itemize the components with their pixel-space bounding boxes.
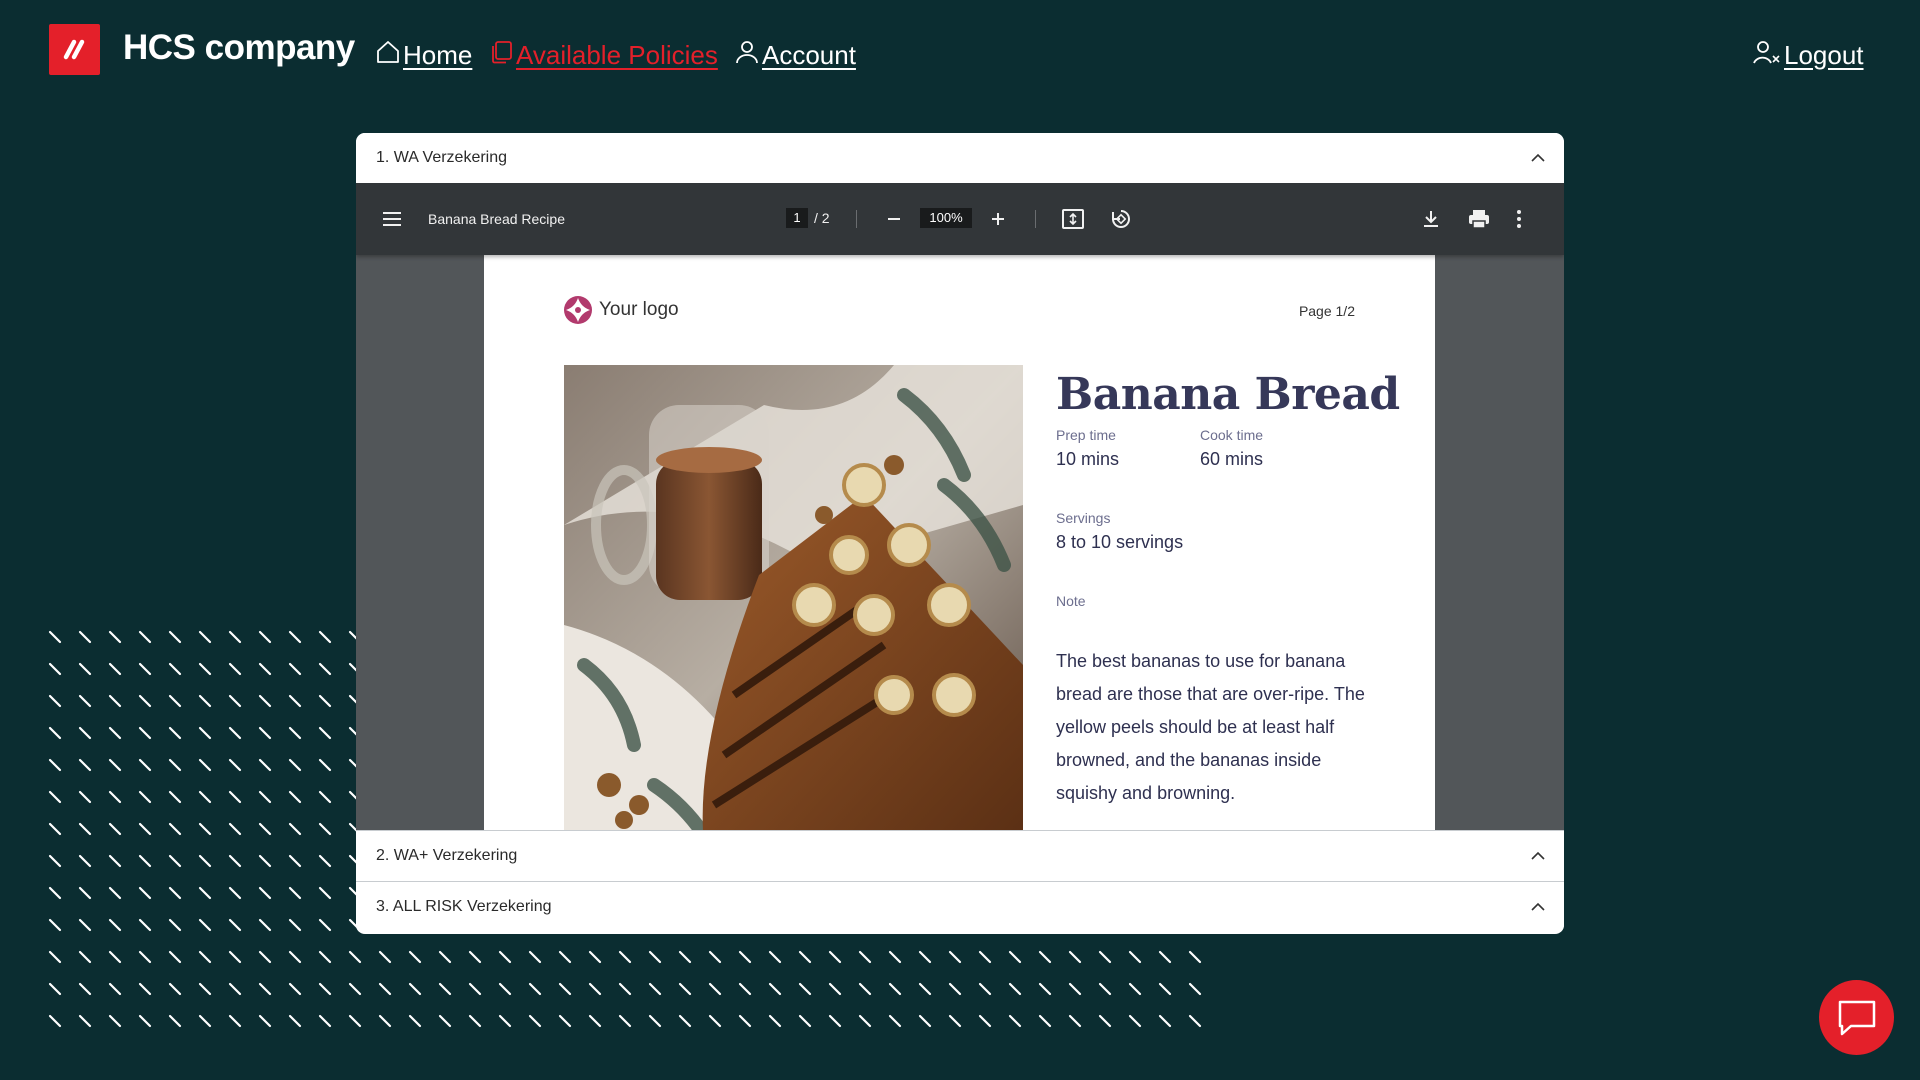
note-text: The best bananas to use for banana bread… bbox=[1056, 651, 1365, 803]
brand-logo[interactable] bbox=[49, 24, 100, 75]
accordion-title-3: 3. ALL RISK Verzekering bbox=[376, 898, 552, 915]
page-number-input[interactable]: 1 bbox=[786, 208, 808, 228]
chevron-up-icon bbox=[1531, 902, 1545, 911]
user-icon bbox=[734, 39, 760, 72]
nav-logout-link[interactable]: Logout bbox=[1752, 38, 1864, 72]
pdf-file-title: Banana Bread Recipe bbox=[428, 211, 565, 227]
chat-bubble-icon bbox=[1838, 1000, 1876, 1036]
home-icon bbox=[375, 39, 401, 72]
hcs-slashes-logo-icon bbox=[63, 39, 85, 60]
download-icon[interactable] bbox=[1421, 209, 1441, 229]
nav-account-label: Account bbox=[762, 39, 856, 70]
policies-accordion: 1. WA Verzekering Your logo Page 1/2 Ban… bbox=[356, 133, 1564, 934]
prep-time-value: 10 mins bbox=[1056, 449, 1120, 469]
prep-time-label: Prep time bbox=[1056, 427, 1116, 443]
more-options-icon[interactable] bbox=[1516, 209, 1522, 229]
chevron-up-icon bbox=[1531, 851, 1545, 860]
user-remove-icon bbox=[1752, 39, 1782, 72]
fit-page-icon[interactable] bbox=[1062, 209, 1084, 229]
accordion-header-2[interactable]: 2. WA+ Verzekering bbox=[356, 831, 1564, 881]
nav-account-link[interactable]: Account bbox=[734, 38, 856, 72]
pdf-page: Your logo Page 1/2 Banana Bread Prep tim… bbox=[484, 255, 1435, 830]
chevron-up-icon bbox=[1531, 153, 1545, 162]
flower-logo-icon bbox=[564, 296, 592, 324]
accordion-header-1[interactable]: 1. WA Verzekering bbox=[356, 133, 1564, 183]
documents-icon bbox=[488, 39, 514, 72]
chat-button[interactable] bbox=[1819, 980, 1894, 1055]
document-title: Banana Bread bbox=[1056, 369, 1400, 420]
banana-bread-photo bbox=[564, 365, 1023, 830]
zoom-out-icon[interactable] bbox=[886, 211, 902, 227]
nav-home-link[interactable]: Home bbox=[375, 38, 472, 72]
accordion-title-1: 1. WA Verzekering bbox=[376, 149, 508, 166]
rotate-icon[interactable] bbox=[1110, 208, 1132, 230]
nav-policies-link[interactable]: Available Policies bbox=[488, 38, 718, 72]
servings-value: 8 to 10 servings bbox=[1056, 532, 1184, 552]
brand-name: HCS company bbox=[123, 28, 355, 67]
print-icon[interactable] bbox=[1468, 209, 1490, 229]
document-logo: Your logo bbox=[563, 295, 679, 325]
servings-label: Servings bbox=[1056, 510, 1111, 526]
nav-policies-label: Available Policies bbox=[516, 39, 718, 70]
pdf-viewer[interactable]: Your logo Page 1/2 Banana Bread Prep tim… bbox=[356, 183, 1564, 830]
accordion-header-3[interactable]: 3. ALL RISK Verzekering bbox=[356, 882, 1564, 932]
nav-logout-label: Logout bbox=[1784, 39, 1864, 70]
accordion-title-2: 2. WA+ Verzekering bbox=[376, 847, 518, 864]
document-logo-text: Your logo bbox=[599, 299, 679, 320]
pdf-toolbar: Banana Bread Recipe 1 / 2 100% bbox=[356, 183, 1564, 255]
note-label: Note bbox=[1056, 593, 1086, 609]
cook-time-value: 60 mins bbox=[1200, 449, 1264, 469]
nav-home-label: Home bbox=[403, 39, 473, 70]
document-page-label: Page 1/2 bbox=[1298, 303, 1355, 319]
cook-time-label: Cook time bbox=[1200, 427, 1264, 443]
toolbar-divider bbox=[856, 210, 857, 228]
toolbar-divider bbox=[1035, 210, 1036, 228]
zoom-in-icon[interactable] bbox=[990, 211, 1006, 227]
menu-icon[interactable] bbox=[382, 211, 402, 227]
zoom-level-input[interactable]: 100% bbox=[920, 208, 972, 228]
page-total: / 2 bbox=[814, 210, 830, 226]
